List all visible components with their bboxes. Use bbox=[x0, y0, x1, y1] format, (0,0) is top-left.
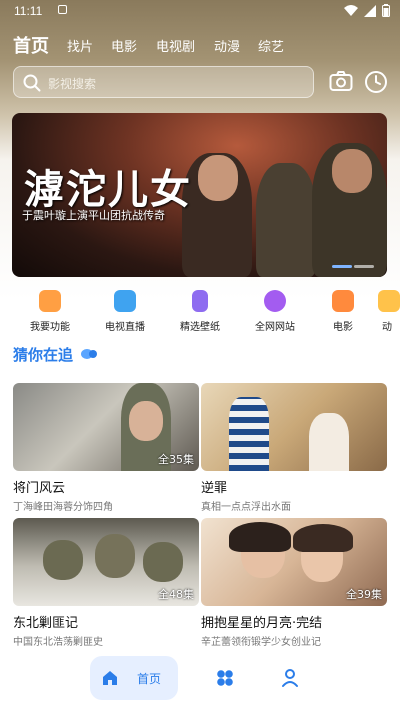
banner-face bbox=[332, 149, 372, 193]
history-clock-icon[interactable] bbox=[364, 70, 388, 94]
tab-movies[interactable]: 电影 bbox=[111, 36, 137, 55]
card-thumbnail: 全39集 bbox=[201, 518, 387, 606]
banner-figure bbox=[256, 163, 316, 277]
tab-anime[interactable]: 动漫 bbox=[214, 36, 240, 55]
feature-web-sites[interactable]: 全网网站 bbox=[243, 290, 307, 333]
wifi-icon bbox=[344, 4, 358, 16]
chat-bubble-icon bbox=[81, 349, 98, 359]
search-placeholder: 影视搜索 bbox=[48, 77, 97, 91]
feature-movies[interactable]: 电影 bbox=[311, 290, 375, 333]
toolbox-icon bbox=[39, 290, 61, 312]
notification-icon bbox=[58, 5, 67, 14]
user-profile-icon[interactable] bbox=[281, 668, 299, 688]
search-input[interactable]: 影视搜索 bbox=[13, 66, 314, 98]
card-title: 拥抱星星的月亮·完结 bbox=[201, 616, 323, 631]
more-icon bbox=[378, 290, 400, 312]
content-card[interactable]: 逆罪 真相一点点浮出水面 bbox=[201, 383, 387, 513]
feature-more[interactable]: 动 bbox=[372, 290, 400, 333]
card-description: 辛芷蕾领衔锻学少女创业记 bbox=[201, 637, 321, 648]
banner-subtitle: 于震叶璇上演平山团抗战传奇 bbox=[22, 209, 165, 222]
feature-tv-live[interactable]: 电视直播 bbox=[93, 290, 157, 333]
content-card[interactable]: 全48集 东北剿匪记 中国东北浩荡剿匪史 bbox=[13, 518, 199, 648]
episode-count: 全39集 bbox=[346, 588, 382, 601]
tv-icon bbox=[114, 290, 136, 312]
signal-icon bbox=[364, 4, 376, 17]
content-card[interactable]: 全35集 将门风云 丁海峰田海蓉分饰四角 bbox=[13, 383, 199, 513]
grid-apps-icon[interactable] bbox=[216, 669, 234, 687]
tab-variety[interactable]: 综艺 bbox=[258, 36, 284, 55]
battery-icon bbox=[382, 4, 390, 17]
card-description: 丁海峰田海蓉分饰四角 bbox=[13, 502, 113, 513]
heart-icon bbox=[264, 290, 286, 312]
tab-find[interactable]: 找片 bbox=[67, 36, 93, 55]
banner-face bbox=[198, 155, 238, 201]
bottom-nav: 首页 bbox=[0, 650, 400, 711]
status-time: 11:11 bbox=[14, 4, 43, 18]
top-nav: 首页 找片 电影 电视剧 动漫 综艺 bbox=[0, 32, 400, 60]
episode-count: 全35集 bbox=[158, 453, 194, 466]
status-icons bbox=[344, 4, 390, 17]
feature-my-functions[interactable]: 我要功能 bbox=[18, 290, 82, 333]
episode-count: 全48集 bbox=[158, 588, 194, 601]
feature-shortcuts: 我要功能 电视直播 精选壁纸 全网网站 电影 动 bbox=[0, 290, 400, 342]
card-thumbnail: 全35集 bbox=[13, 383, 199, 471]
movie-icon bbox=[332, 290, 354, 312]
card-title: 逆罪 bbox=[201, 481, 228, 496]
carousel-indicator bbox=[354, 265, 374, 268]
home-icon bbox=[103, 671, 117, 685]
feature-wallpapers[interactable]: 精选壁纸 bbox=[168, 290, 232, 333]
search-icon bbox=[23, 74, 41, 92]
status-bar: 11:11 bbox=[0, 0, 400, 22]
section-title: 猜你在追 bbox=[13, 344, 98, 365]
card-thumbnail bbox=[201, 383, 387, 471]
card-thumbnail: 全48集 bbox=[13, 518, 199, 606]
camera-icon[interactable] bbox=[329, 70, 353, 92]
wallpaper-icon bbox=[192, 290, 208, 312]
carousel-indicator-active bbox=[332, 265, 352, 268]
tab-tv-series[interactable]: 电视剧 bbox=[156, 36, 195, 55]
card-description: 中国东北浩荡剿匪史 bbox=[13, 637, 103, 648]
card-title: 将门风云 bbox=[13, 481, 66, 496]
bottom-nav-home[interactable]: 首页 bbox=[90, 656, 178, 700]
card-description: 真相一点点浮出水面 bbox=[201, 502, 291, 513]
hero-banner[interactable]: 滹沱儿女 于震叶璇上演平山团抗战传奇 bbox=[12, 113, 387, 277]
tab-home[interactable]: 首页 bbox=[13, 32, 49, 58]
content-card[interactable]: 全39集 拥抱星星的月亮·完结 辛芷蕾领衔锻学少女创业记 bbox=[201, 518, 387, 648]
card-title: 东北剿匪记 bbox=[13, 616, 79, 631]
bottom-nav-home-label: 首页 bbox=[137, 672, 162, 686]
